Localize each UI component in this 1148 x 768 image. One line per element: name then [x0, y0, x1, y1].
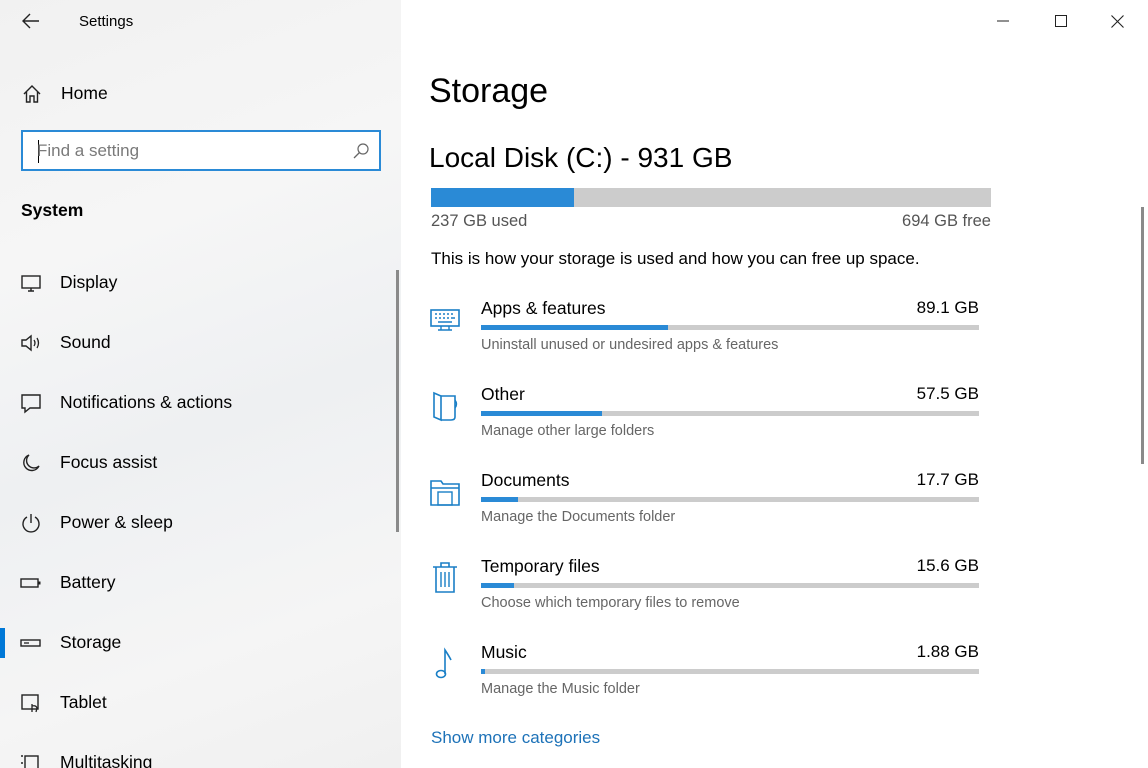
battery-icon: [20, 578, 41, 588]
category-subtitle: Manage the Music folder: [481, 681, 640, 697]
category-bar-fill: [481, 411, 602, 416]
maximize-icon: [1055, 15, 1067, 27]
category-name: Other: [481, 384, 525, 404]
music-note-icon: [435, 647, 452, 679]
sidebar: Settings Home System Display Sound: [0, 0, 401, 768]
search-box[interactable]: [21, 130, 381, 171]
sidebar-item-label: Battery: [60, 572, 116, 592]
storage-icon: [20, 639, 41, 647]
category-bar-fill: [481, 325, 669, 330]
home-label: Home: [61, 83, 108, 103]
sidebar-item-focus-assist[interactable]: Focus assist: [0, 439, 401, 487]
sidebar-item-label: Focus assist: [60, 452, 158, 472]
disk-usage-fill: [431, 188, 574, 207]
tablet-icon: [21, 694, 39, 713]
main-scrollbar[interactable]: [1141, 207, 1144, 464]
category-subtitle: Manage the Documents folder: [481, 509, 676, 525]
maximize-button[interactable]: [1033, 0, 1089, 42]
category-bar-fill: [481, 669, 485, 674]
category-bar: [481, 411, 979, 416]
sidebar-item-label: Display: [60, 272, 118, 292]
sidebar-item-label: Multitasking: [60, 752, 153, 768]
sidebar-item-home[interactable]: Home: [0, 72, 401, 114]
sidebar-item-battery[interactable]: Battery: [0, 559, 401, 607]
storage-description: This is how your storage is used and how…: [431, 249, 920, 268]
selection-indicator: [0, 628, 5, 658]
sidebar-item-label: Tablet: [60, 692, 107, 712]
disk-used-label: 237 GB used: [431, 212, 528, 230]
search-input[interactable]: [37, 139, 337, 163]
category-bar-fill: [481, 497, 519, 502]
section-heading-system: System: [21, 200, 84, 220]
category-bar-fill: [481, 583, 514, 588]
disk-free-label: 694 GB free: [902, 212, 991, 230]
sidebar-item-tablet[interactable]: Tablet: [0, 679, 401, 727]
titlebar-left: Settings: [0, 0, 401, 42]
sidebar-item-label: Notifications & actions: [60, 392, 233, 412]
app-title: Settings: [79, 13, 134, 30]
sidebar-item-label: Power & sleep: [60, 512, 173, 532]
disk-usage-bar[interactable]: [431, 188, 991, 207]
documents-folder-icon: [430, 480, 460, 506]
folder-other-icon: [433, 391, 458, 422]
sidebar-item-label: Storage: [60, 632, 122, 652]
sidebar-item-notifications[interactable]: Notifications & actions: [0, 379, 401, 427]
category-name: Music: [481, 642, 527, 662]
sidebar-item-sound[interactable]: Sound: [0, 319, 401, 367]
category-subtitle: Manage other large folders: [481, 423, 655, 439]
minimize-button[interactable]: [975, 0, 1031, 42]
minimize-icon: [997, 20, 1009, 22]
home-icon: [23, 85, 41, 103]
category-bar: [481, 583, 979, 588]
page-title: Storage: [429, 72, 549, 110]
sidebar-scrollbar[interactable]: [396, 270, 399, 532]
category-apps-features[interactable]: Apps & features 89.1 GB Uninstall unused…: [429, 298, 989, 378]
speaker-icon: [21, 334, 40, 352]
category-subtitle: Uninstall unused or undesired apps & fea…: [481, 337, 779, 353]
sidebar-item-display[interactable]: Display: [0, 259, 401, 307]
trash-icon: [433, 562, 457, 593]
category-name: Apps & features: [481, 298, 606, 318]
category-size: 17.7 GB: [916, 470, 979, 489]
category-music[interactable]: Music 1.88 GB Manage the Music folder: [429, 642, 989, 722]
category-size: 1.88 GB: [916, 642, 979, 661]
sidebar-item-multitasking[interactable]: Multitasking: [0, 739, 401, 768]
multitasking-icon: [21, 755, 39, 768]
sidebar-item-power-sleep[interactable]: Power & sleep: [0, 499, 401, 547]
category-size: 15.6 GB: [916, 556, 979, 575]
category-name: Temporary files: [481, 556, 600, 576]
category-size: 57.5 GB: [916, 384, 979, 403]
show-more-categories-link[interactable]: Show more categories: [431, 728, 600, 748]
category-subtitle: Choose which temporary files to remove: [481, 595, 740, 611]
keyboard-icon: [430, 309, 460, 331]
search-icon[interactable]: [352, 142, 370, 160]
category-temporary-files[interactable]: Temporary files 15.6 GB Choose which tem…: [429, 556, 989, 636]
disk-title: Local Disk (C:) - 931 GB: [429, 142, 733, 173]
category-other[interactable]: Other 57.5 GB Manage other large folders: [429, 384, 989, 464]
category-size: 89.1 GB: [916, 298, 979, 317]
category-name: Documents: [481, 470, 570, 490]
main-content: Storage Local Disk (C:) - 931 GB 237 GB …: [401, 0, 1148, 768]
category-bar: [481, 325, 979, 330]
close-button[interactable]: [1089, 0, 1145, 42]
power-icon: [22, 514, 40, 533]
notification-icon: [21, 394, 41, 414]
category-bar: [481, 497, 979, 502]
monitor-icon: [21, 275, 41, 292]
category-documents[interactable]: Documents 17.7 GB Manage the Documents f…: [429, 470, 989, 550]
close-icon: [1110, 14, 1124, 28]
category-bar: [481, 669, 979, 674]
moon-icon: [23, 454, 40, 472]
sidebar-item-label: Sound: [60, 332, 111, 352]
sidebar-item-storage[interactable]: Storage: [0, 619, 401, 667]
back-button[interactable]: [14, 8, 48, 34]
back-arrow-icon: [22, 13, 39, 29]
